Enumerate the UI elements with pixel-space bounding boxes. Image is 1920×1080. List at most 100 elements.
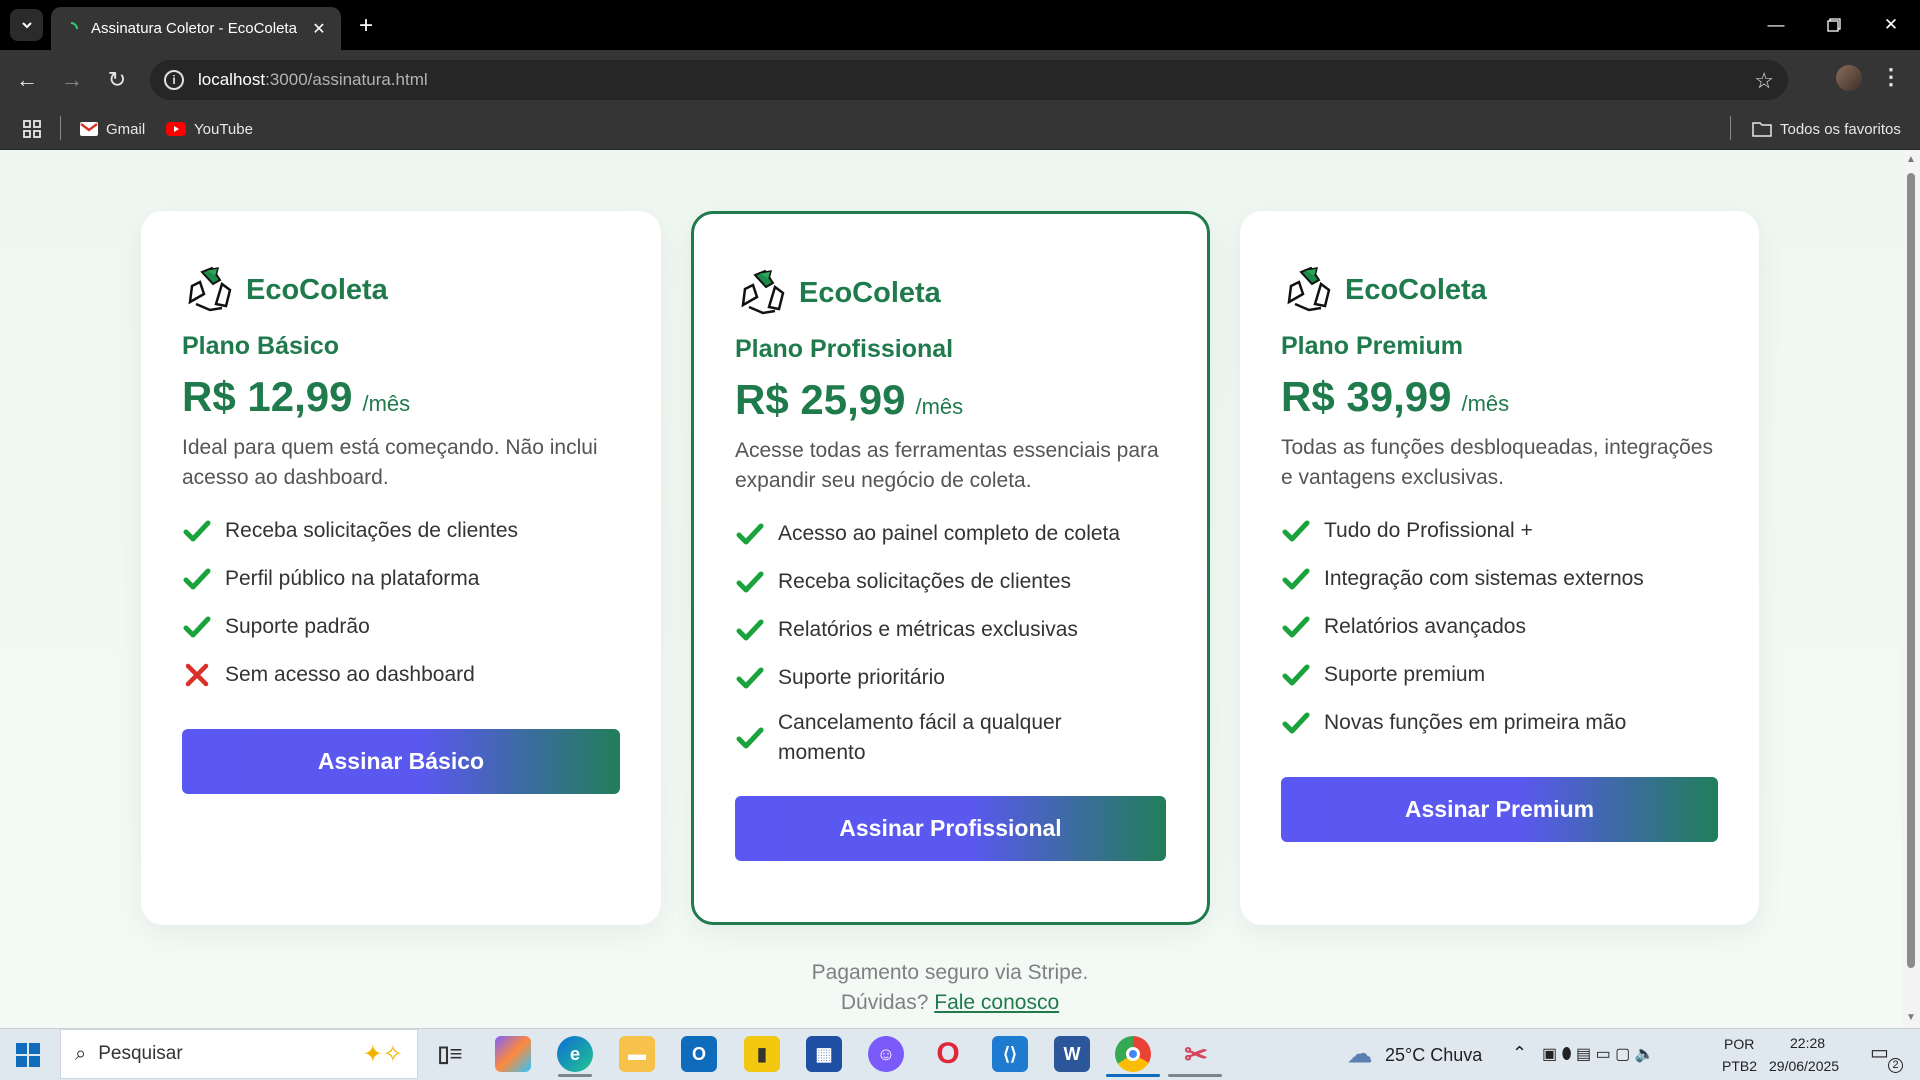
weather-text[interactable]: 25°C Chuva (1385, 1045, 1482, 1066)
tray-icons[interactable]: ▣ ⬮ ▤ ▭ ▢ 🔈 (1542, 1044, 1655, 1064)
taskbar-search-box[interactable]: ⌕ Pesquisar ✦✧ (60, 1029, 418, 1079)
check-icon (1281, 564, 1311, 594)
scroll-up-icon[interactable]: ▲ (1906, 154, 1916, 165)
feature-text: Acesso ao painel completo de coleta (778, 522, 1121, 545)
new-tab-plus-icon[interactable]: + (352, 12, 380, 40)
plan-card-basic: EcoColeta Plano Básico R$ 12,99 /mês Ide… (141, 211, 661, 925)
vscode-icon[interactable]: ⟨⟩ (992, 1036, 1028, 1072)
question-text: Dúvidas? (840, 991, 929, 1014)
power-bi-icon[interactable]: ▮ (744, 1036, 780, 1072)
brand: EcoColeta (735, 265, 1166, 321)
youtube-icon (166, 122, 186, 136)
feature-text: Sem acesso ao dashboard (225, 663, 475, 686)
bookmark-label: YouTube (194, 120, 253, 138)
price-row: R$ 12,99 /mês (182, 373, 620, 421)
plan-period: /mês (1461, 391, 1510, 416)
feature-item: Receba solicitações de clientes (182, 507, 620, 555)
file-explorer-icon[interactable]: ▬ (619, 1036, 655, 1072)
copilot-sparkle-icon: ✦✧ (362, 1040, 403, 1068)
address-bar[interactable]: i localhost :3000/assinatura.html ☆ (150, 60, 1788, 100)
subscribe-basic-button[interactable]: Assinar Básico (182, 729, 620, 794)
task-view-icon[interactable]: ▯≡ (432, 1036, 468, 1072)
close-window-icon[interactable]: ✕ (1862, 0, 1920, 50)
scroll-down-icon[interactable]: ▼ (1906, 1012, 1916, 1023)
all-bookmarks-folder[interactable]: Todos os favoritos (1752, 116, 1901, 142)
feature-text: Novas funções em primeira mão (1324, 711, 1627, 734)
feature-text: Integração com sistemas externos (1324, 567, 1644, 590)
tray-chevron-icon[interactable]: ⌃ (1512, 1043, 1527, 1064)
subscribe-premium-button[interactable]: Assinar Premium (1281, 777, 1718, 842)
folder-icon (1752, 121, 1772, 137)
feature-item: Suporte padrão (182, 603, 620, 651)
outlook-icon[interactable]: O (681, 1036, 717, 1072)
price-row: R$ 39,99 /mês (1281, 373, 1718, 421)
feature-text: Suporte premium (1324, 663, 1486, 686)
language-indicator[interactable]: POR (1724, 1036, 1754, 1052)
subscribe-professional-button[interactable]: Assinar Profissional (735, 796, 1166, 861)
restore-icon[interactable] (1805, 0, 1863, 50)
feature-list: Receba solicitações de clientes Perfil p… (182, 507, 620, 699)
bookmark-youtube[interactable]: YouTube (166, 116, 253, 142)
recycle-logo-icon (188, 266, 232, 312)
feature-item: Sem acesso ao dashboard (182, 651, 620, 699)
feature-item: Perfil público na plataforma (182, 555, 620, 603)
browser-menu-icon[interactable]: ⋮ (1880, 64, 1902, 90)
minimize-icon[interactable]: — (1747, 0, 1805, 50)
snipping-tool-icon[interactable]: ✂ (1178, 1036, 1214, 1072)
bookmark-gmail[interactable]: Gmail (80, 116, 145, 142)
check-icon (735, 519, 765, 549)
plan-name: Plano Profissional (735, 335, 954, 363)
feature-item: Acesso ao painel completo de coleta (735, 510, 1166, 558)
brand: EcoColeta (182, 262, 620, 318)
secure-payment-text: Pagamento seguro via Stripe. (811, 961, 1089, 984)
check-icon (1281, 612, 1311, 642)
edge-icon[interactable]: e (557, 1036, 593, 1072)
plan-price: R$ 25,99 (735, 376, 906, 423)
site-info-icon[interactable]: i (164, 70, 184, 90)
plan-description: Acesse todas as ferramentas essenciais p… (735, 439, 1159, 492)
tab-search-chevron-icon[interactable] (10, 9, 43, 41)
tab-close-icon[interactable]: ✕ (309, 19, 329, 39)
page-scrollbar[interactable]: ▲ ▼ (1902, 150, 1920, 1028)
recycle-logo-icon (741, 269, 785, 315)
chrome-icon[interactable] (1115, 1036, 1151, 1072)
running-indicator (1106, 1074, 1160, 1077)
taskbar-search-label: Pesquisar (98, 1043, 183, 1064)
clock-time[interactable]: 22:28 (1790, 1035, 1825, 1051)
notification-count: 2 (1888, 1058, 1903, 1073)
bookmarks-bar (0, 108, 1920, 150)
brand-name: EcoColeta (1345, 273, 1487, 306)
profile-avatar[interactable] (1836, 65, 1862, 91)
feature-text: Cancelamento fácil a qualquer momento (778, 711, 1062, 764)
bookmark-star-icon[interactable]: ☆ (1754, 68, 1774, 94)
feature-list: Acesso ao painel completo de coleta Rece… (735, 510, 1166, 768)
plan-price: R$ 12,99 (182, 373, 353, 420)
rain-cloud-icon[interactable]: ☁ (1342, 1036, 1378, 1072)
clock-date[interactable]: 29/06/2025 (1769, 1058, 1839, 1074)
contact-link[interactable]: Fale conosco (934, 991, 1059, 1014)
word-icon[interactable]: W (1054, 1036, 1090, 1072)
plan-card-professional: EcoColeta Plano Profissional R$ 25,99 /m… (691, 211, 1210, 925)
check-icon (1281, 708, 1311, 738)
brand: EcoColeta (1281, 262, 1718, 318)
back-arrow-icon[interactable]: ← (10, 63, 44, 97)
notification-icon[interactable]: ▭ (1870, 1040, 1889, 1065)
forward-arrow-icon[interactable]: → (55, 63, 89, 97)
cross-icon (182, 660, 212, 690)
opera-icon[interactable]: O (930, 1036, 966, 1072)
apps-grid-icon[interactable] (22, 116, 42, 142)
copilot-app-icon[interactable] (495, 1036, 531, 1072)
brand-name: EcoColeta (246, 273, 388, 306)
feature-item: Relatórios e métricas exclusivas (735, 606, 1166, 654)
messenger-icon[interactable]: ☺ (868, 1036, 904, 1072)
reload-icon[interactable]: ↻ (100, 63, 134, 97)
scrollbar-thumb[interactable] (1907, 173, 1915, 968)
microsoft-store-icon[interactable]: ▦ (806, 1036, 842, 1072)
keyboard-layout[interactable]: PTB2 (1722, 1058, 1757, 1074)
windows-start-icon[interactable] (16, 1043, 40, 1067)
active-tab[interactable]: Assinatura Coletor - EcoColeta ✕ (51, 7, 341, 50)
bookmark-divider (1730, 116, 1731, 140)
feature-item: Receba solicitações de clientes (735, 558, 1166, 606)
feature-list: Tudo do Profissional + Integração com si… (1281, 507, 1718, 747)
check-icon (182, 612, 212, 642)
